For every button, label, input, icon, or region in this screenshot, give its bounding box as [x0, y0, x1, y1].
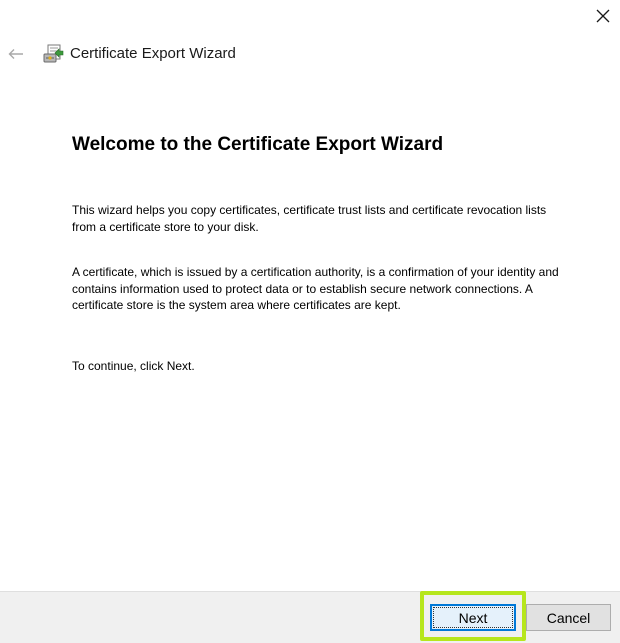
certificate-export-icon	[43, 44, 64, 63]
next-button-label: Next	[458, 609, 488, 626]
certificate-description-paragraph: A certificate, which is issued by a cert…	[72, 265, 559, 312]
back-button[interactable]	[4, 42, 28, 66]
close-icon	[596, 9, 610, 23]
cancel-button[interactable]: Cancel	[526, 604, 611, 631]
back-arrow-icon	[8, 49, 23, 59]
next-button[interactable]: Next	[430, 604, 516, 631]
close-button[interactable]	[588, 2, 618, 30]
continue-instruction: To continue, click Next.	[72, 359, 195, 373]
cancel-button-label: Cancel	[546, 609, 591, 626]
intro-paragraph: This wizard helps you copy certificates,…	[72, 203, 547, 234]
page-heading: Welcome to the Certificate Export Wizard	[72, 134, 444, 155]
certificate-export-wizard-window: Certificate Export Wizard Welcome to the…	[0, 0, 620, 643]
wizard-title: Certificate Export Wizard	[70, 45, 236, 62]
